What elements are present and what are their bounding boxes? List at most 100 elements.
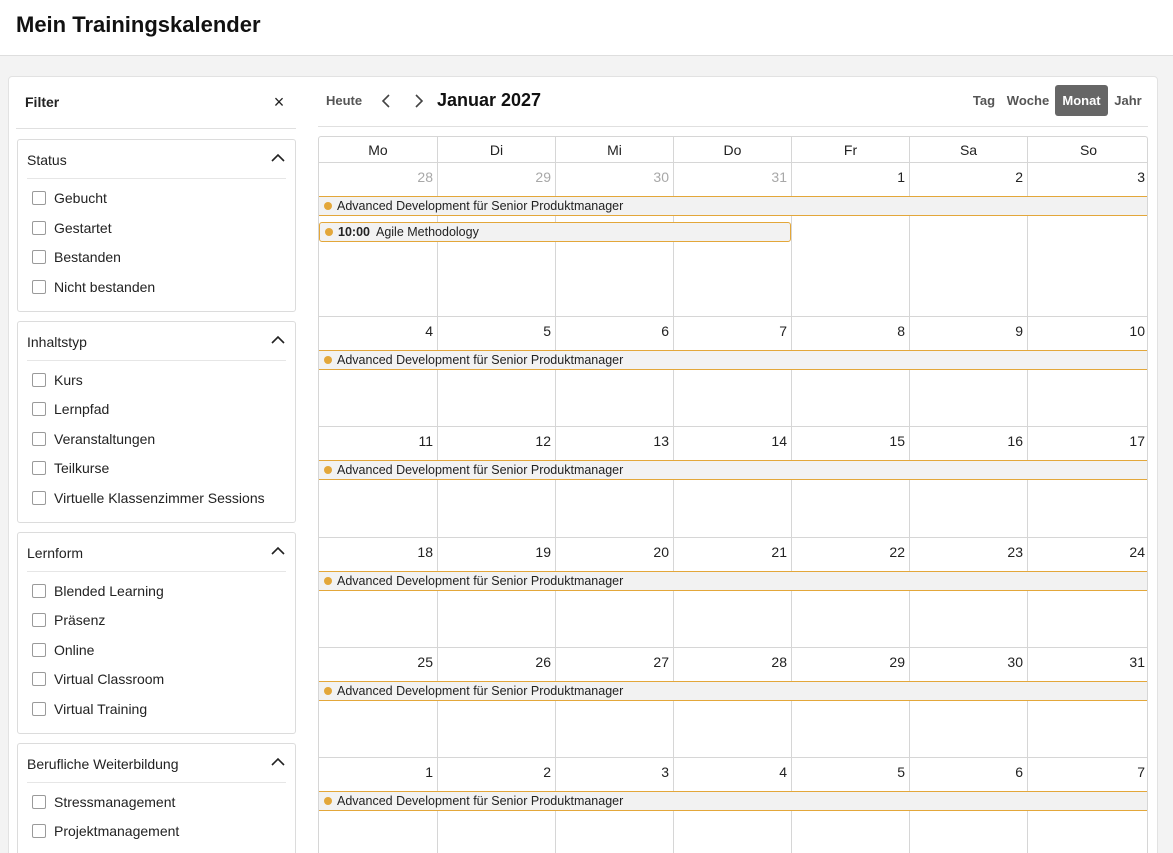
checkbox[interactable]: [32, 250, 46, 264]
day-cell[interactable]: 23: [910, 538, 1028, 647]
chevron-up-icon[interactable]: [270, 754, 286, 770]
checkbox-option[interactable]: Virtual Classroom: [32, 669, 164, 689]
checkbox[interactable]: [32, 461, 46, 475]
day-cell[interactable]: 7: [674, 317, 792, 426]
day-number: 18: [417, 544, 433, 560]
day-number: 17: [1129, 433, 1145, 449]
event-bar[interactable]: Advanced Development für Senior Produktm…: [319, 681, 1147, 701]
day-cell[interactable]: 2: [910, 163, 1028, 316]
checkbox[interactable]: [32, 221, 46, 235]
day-cell[interactable]: 27: [556, 648, 674, 757]
checkbox-option[interactable]: Nicht bestanden: [32, 277, 155, 297]
checkbox-option[interactable]: Veranstaltungen: [32, 429, 155, 449]
day-cell[interactable]: 30: [910, 648, 1028, 757]
checkbox-option[interactable]: Bestanden: [32, 247, 121, 267]
day-cell[interactable]: 29: [792, 648, 910, 757]
checkbox-option[interactable]: Präsenz: [32, 610, 105, 630]
day-number: 28: [771, 654, 787, 670]
checkbox[interactable]: [32, 191, 46, 205]
day-number: 4: [779, 764, 787, 780]
view-year-button[interactable]: Jahr: [1110, 85, 1146, 116]
day-cell[interactable]: 13: [556, 427, 674, 537]
day-cell[interactable]: 26: [438, 648, 556, 757]
view-month-button[interactable]: Monat: [1055, 85, 1108, 116]
event-box[interactable]: 10:00 Agile Methodology: [319, 222, 791, 242]
day-cell[interactable]: 5: [438, 317, 556, 426]
chevron-left-icon[interactable]: [378, 92, 394, 110]
day-cell[interactable]: 17: [1028, 427, 1147, 537]
checkbox[interactable]: [32, 795, 46, 809]
day-cell[interactable]: 25: [319, 648, 438, 757]
checkbox-option[interactable]: Projektmanagement: [32, 821, 179, 841]
checkbox-option[interactable]: Kurs: [32, 370, 83, 390]
chevron-right-icon[interactable]: [411, 92, 427, 110]
event-bar[interactable]: Advanced Development für Senior Produktm…: [319, 571, 1147, 591]
day-cell[interactable]: 12: [438, 427, 556, 537]
checkbox-option[interactable]: Virtual Training: [32, 699, 147, 719]
checkbox[interactable]: [32, 584, 46, 598]
checkbox[interactable]: [32, 491, 46, 505]
day-number: 13: [653, 433, 669, 449]
view-week-button[interactable]: Woche: [1004, 85, 1052, 116]
checkbox-option[interactable]: Gestartet: [32, 218, 112, 238]
checkbox-option[interactable]: Virtuelle Klassenzimmer Sessions: [32, 488, 265, 508]
section-divider: [27, 178, 286, 179]
today-button[interactable]: Heute: [326, 93, 362, 108]
checkbox[interactable]: [32, 643, 46, 657]
option-label: Teilkurse: [54, 460, 110, 476]
checkbox-option[interactable]: Blended Learning: [32, 581, 164, 601]
chevron-up-icon[interactable]: [270, 543, 286, 559]
checkbox[interactable]: [32, 432, 46, 446]
checkbox[interactable]: [32, 702, 46, 716]
checkbox[interactable]: [32, 672, 46, 686]
checkbox-option[interactable]: Teilkurse: [32, 458, 109, 478]
day-cell[interactable]: 10: [1028, 317, 1147, 426]
event-bar[interactable]: Advanced Development für Senior Produktm…: [319, 350, 1147, 370]
day-cell[interactable]: 11: [319, 427, 438, 537]
filter-divider: [16, 128, 296, 129]
day-cell[interactable]: 21: [674, 538, 792, 647]
chevron-up-icon[interactable]: [270, 332, 286, 348]
day-cell[interactable]: 15: [792, 427, 910, 537]
weekday-label: Sa: [910, 137, 1028, 163]
event-bar[interactable]: Advanced Development für Senior Produktm…: [319, 460, 1147, 480]
checkbox-option[interactable]: Online: [32, 640, 94, 660]
checkbox-option[interactable]: Lernpfad: [32, 399, 109, 419]
day-number: 16: [1007, 433, 1023, 449]
checkbox[interactable]: [32, 373, 46, 387]
option-label: Gestartet: [54, 220, 112, 236]
event-bar[interactable]: Advanced Development für Senior Produktm…: [319, 791, 1147, 811]
section-divider: [27, 571, 286, 572]
day-cell[interactable]: 28: [674, 648, 792, 757]
option-label: Kurs: [54, 372, 83, 388]
view-day-button[interactable]: Tag: [968, 85, 1000, 116]
event-dot-icon: [324, 466, 332, 474]
day-cell[interactable]: 18: [319, 538, 438, 647]
close-icon[interactable]: ×: [268, 91, 290, 113]
day-cell[interactable]: 9: [910, 317, 1028, 426]
checkbox-option[interactable]: Stressmanagement: [32, 792, 175, 812]
checkbox[interactable]: [32, 613, 46, 627]
day-cell[interactable]: 31: [1028, 648, 1147, 757]
day-cell[interactable]: 4: [319, 317, 438, 426]
day-cell[interactable]: 1: [792, 163, 910, 316]
day-cell[interactable]: 14: [674, 427, 792, 537]
event-bar[interactable]: Advanced Development für Senior Produktm…: [319, 196, 1147, 216]
day-number: 22: [889, 544, 905, 560]
checkbox[interactable]: [32, 824, 46, 838]
day-cell[interactable]: 20: [556, 538, 674, 647]
day-number: 29: [889, 654, 905, 670]
day-cell[interactable]: 22: [792, 538, 910, 647]
day-cell[interactable]: 16: [910, 427, 1028, 537]
day-cell[interactable]: 8: [792, 317, 910, 426]
day-number: 12: [535, 433, 551, 449]
checkbox-option[interactable]: Gebucht: [32, 188, 107, 208]
day-cell[interactable]: 3: [1028, 163, 1147, 316]
checkbox[interactable]: [32, 280, 46, 294]
day-cell[interactable]: 24: [1028, 538, 1147, 647]
chevron-up-icon[interactable]: [270, 150, 286, 166]
day-cell[interactable]: 19: [438, 538, 556, 647]
day-number: 30: [653, 169, 669, 185]
day-cell[interactable]: 6: [556, 317, 674, 426]
checkbox[interactable]: [32, 402, 46, 416]
